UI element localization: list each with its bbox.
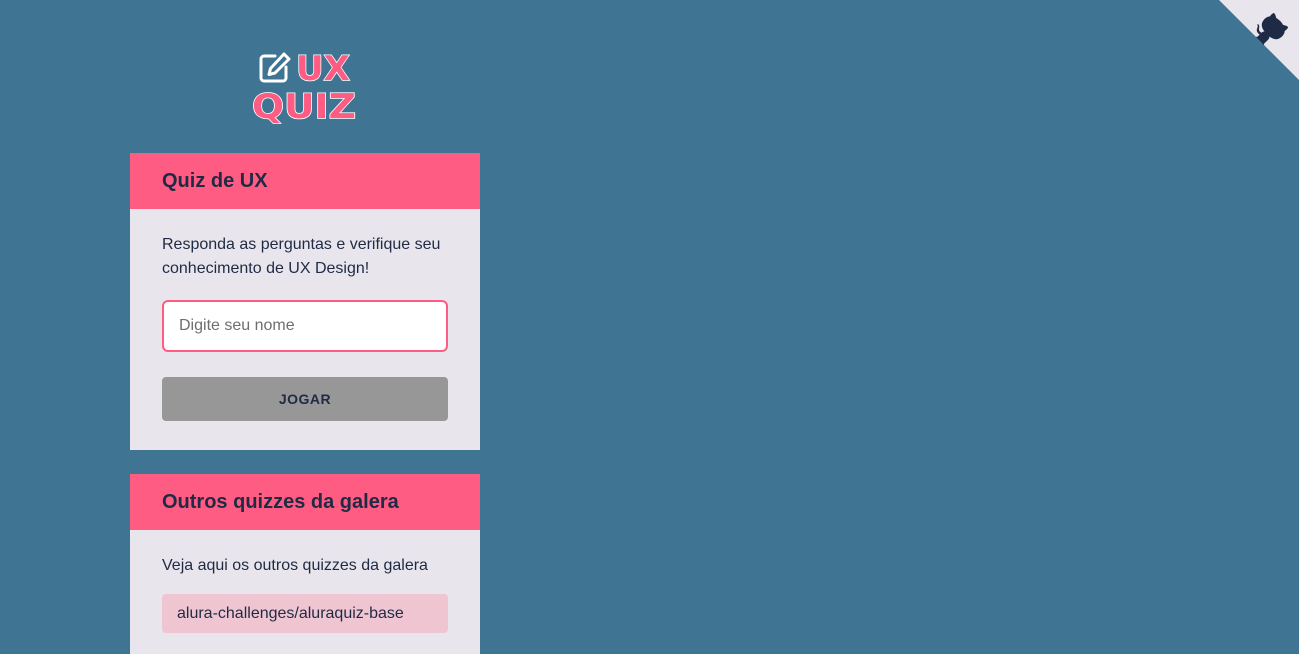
logo-text-quiz: QUIZ: [252, 87, 356, 124]
other-quizzes-title: Outros quizzes da galera: [162, 490, 399, 513]
app-logo: UX QUIZ: [250, 48, 360, 124]
logo-text-ux: UX: [296, 49, 350, 89]
quiz-link[interactable]: alura-challenges/aluraquiz-base: [162, 594, 448, 633]
quiz-title: Quiz de UX: [162, 169, 268, 192]
quiz-description: Responda as perguntas e verifique seu co…: [162, 236, 441, 277]
name-input[interactable]: [162, 300, 448, 352]
github-octocat-icon: [1219, 0, 1299, 80]
other-quizzes-description: Veja aqui os outros quizzes da galera: [162, 557, 428, 574]
edit-icon: [259, 52, 291, 83]
play-button[interactable]: JOGAR: [162, 377, 448, 421]
quiz-widget: Quiz de UX Responda as perguntas e verif…: [130, 153, 480, 450]
other-quizzes-widget: Outros quizzes da galera Veja aqui os ou…: [130, 474, 480, 654]
other-quizzes-header: Outros quizzes da galera: [130, 474, 480, 530]
other-quizzes-body: Veja aqui os outros quizzes da galera al…: [130, 530, 480, 654]
quiz-widget-body: Responda as perguntas e verifique seu co…: [130, 209, 480, 450]
quiz-widget-header: Quiz de UX: [130, 153, 480, 209]
github-corner-link[interactable]: [1219, 0, 1299, 80]
